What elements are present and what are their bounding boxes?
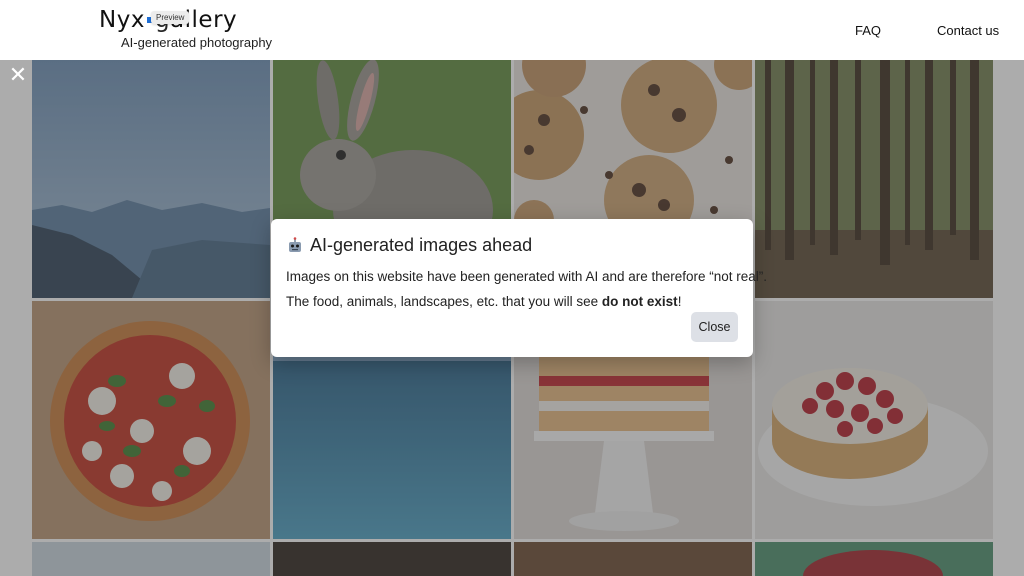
gallery-image-fruit[interactable] [755, 542, 993, 576]
ai-warning-modal: AI-generated images ahead Images on this… [271, 219, 767, 357]
nav-faq-link[interactable]: FAQ [855, 23, 881, 38]
modal-title-text: AI-generated images ahead [310, 235, 533, 255]
site-logo[interactable]: Nyxgallery Preview [99, 5, 237, 35]
gallery-image-pizza[interactable] [32, 301, 270, 539]
robot-icon [289, 236, 301, 252]
gallery-image-mountains[interactable] [32, 60, 270, 298]
gallery-image-brown[interactable] [514, 542, 752, 576]
preview-tooltip: Preview [151, 11, 190, 24]
close-icon[interactable]: ✕ [8, 64, 28, 86]
gallery-image-forest[interactable] [755, 60, 993, 298]
gallery-image-tart[interactable] [755, 301, 993, 539]
site-tagline: AI-generated photography [121, 35, 273, 50]
gallery-image-starry[interactable] [273, 542, 511, 576]
nav-contact-link[interactable]: Contact us [937, 23, 999, 38]
modal-body-line-1: Images on this website have been generat… [286, 269, 768, 284]
site-header: Nyxgallery Preview AI-generated photogra… [0, 0, 1024, 60]
gallery-image-sky[interactable] [32, 542, 270, 576]
close-button[interactable]: Close [691, 312, 738, 342]
modal-body-line-2: The food, animals, landscapes, etc. that… [286, 294, 682, 309]
modal-title: AI-generated images ahead [286, 235, 532, 256]
emphasis-text: do not exist [601, 294, 678, 309]
